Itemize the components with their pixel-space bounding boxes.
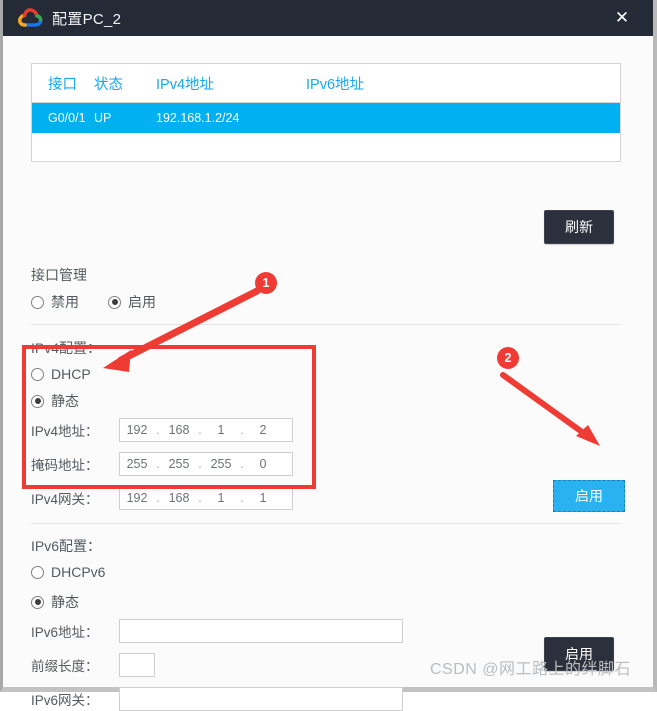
label-ipv6-gateway: IPv6网关： <box>31 693 99 708</box>
octet-separator: . <box>156 423 160 437</box>
watermark-text: CSDN @网工路上的绊脚石 <box>429 661 631 678</box>
octet-3[interactable]: 255 <box>204 457 238 471</box>
radio-circle-ipv6-static[interactable] <box>31 595 44 609</box>
octet-separator: . <box>198 423 202 437</box>
octet-separator: . <box>198 457 202 471</box>
interface-table: 接口 状态 IPv4地址 IPv6地址 G0/0/1 UP 192.168.1.… <box>31 63 621 162</box>
radio-label-ipv6-dhcpv6: DHCPv6 <box>51 564 106 580</box>
radio-label-ipv4-dhcp: DHCP <box>51 366 91 382</box>
octet-4[interactable]: 1 <box>246 491 280 505</box>
radio-circle-enable[interactable] <box>108 295 121 309</box>
cell-state: UP <box>94 111 112 125</box>
label-ipv6-address: IPv6地址： <box>31 625 99 640</box>
octet-separator: . <box>156 491 160 505</box>
cloud-logo-icon <box>18 8 43 27</box>
octet-2[interactable]: 168 <box>162 491 196 505</box>
octet-3[interactable]: 1 <box>204 423 238 437</box>
field-subnet-mask: 掩码地址： 255 . 255 . 255 . 0 <box>31 452 293 476</box>
radio-circle-ipv6-dhcpv6[interactable] <box>31 565 44 579</box>
radio-interface-enable[interactable]: 启用 <box>108 292 156 312</box>
octet-separator: . <box>156 457 160 471</box>
dialog-content: 接口 状态 IPv4地址 IPv6地址 G0/0/1 UP 192.168.1.… <box>3 36 653 711</box>
octet-2[interactable]: 168 <box>162 423 196 437</box>
input-prefix-length[interactable] <box>119 653 155 677</box>
octet-separator: . <box>240 457 244 471</box>
octet-1[interactable]: 255 <box>120 457 154 471</box>
radio-label-ipv4-static: 静态 <box>51 393 79 409</box>
input-ipv6-address[interactable] <box>119 619 403 643</box>
radio-label-ipv6-static: 静态 <box>51 594 79 610</box>
annotation-marker-2: 2 <box>497 347 519 369</box>
table-body: G0/0/1 UP 192.168.1.2/24 <box>32 103 620 161</box>
refresh-button[interactable]: 刷新 <box>544 210 614 244</box>
octet-separator: . <box>240 423 244 437</box>
config-dialog-window: 配置PC_2 ✕ 接口 状态 IPv4地址 IPv6地址 G0/0/1 UP 1… <box>0 0 657 711</box>
radio-circle-disable[interactable] <box>31 295 44 309</box>
title-bar: 配置PC_2 ✕ <box>3 0 653 36</box>
radio-ipv6-dhcpv6[interactable]: DHCPv6 <box>31 564 105 580</box>
input-ipv4-gateway[interactable]: 192 . 168 . 1 . 1 <box>119 486 293 510</box>
table-row[interactable]: G0/0/1 UP 192.168.1.2/24 <box>32 103 620 133</box>
radio-circle-ipv4-static[interactable] <box>31 394 44 408</box>
input-ipv4-address[interactable]: 192 . 168 . 1 . 2 <box>119 418 293 442</box>
radio-label-enable: 启用 <box>128 294 156 310</box>
octet-4[interactable]: 0 <box>246 457 280 471</box>
column-header-ipv6: IPv6地址 <box>306 76 365 93</box>
octet-3[interactable]: 1 <box>204 491 238 505</box>
radio-ipv4-dhcp[interactable]: DHCP <box>31 366 91 382</box>
field-prefix-length: 前缀长度： <box>31 653 155 677</box>
input-subnet-mask[interactable]: 255 . 255 . 255 . 0 <box>119 452 293 476</box>
radio-circle-ipv4-dhcp[interactable] <box>31 367 44 381</box>
input-ipv6-gateway[interactable] <box>119 687 403 711</box>
apply-ipv4-button[interactable]: 启用 <box>553 480 625 512</box>
radio-label-disable: 禁用 <box>51 294 79 310</box>
table-header-row: 接口 状态 IPv4地址 IPv6地址 <box>32 64 620 103</box>
label-prefix-length: 前缀长度： <box>31 659 99 674</box>
column-header-state: 状态 <box>94 76 123 93</box>
window-title: 配置PC_2 <box>52 10 122 28</box>
ipv6-section-title: IPv6配置： <box>31 538 102 554</box>
octet-separator: . <box>240 491 244 505</box>
field-ipv6-address: IPv6地址： <box>31 619 403 643</box>
ipv4-section-title: IPv4配置： <box>31 340 102 356</box>
label-subnet-mask: 掩码地址： <box>31 458 99 473</box>
label-ipv4-address: IPv4地址： <box>31 424 99 439</box>
field-ipv6-gateway: IPv6网关： <box>31 687 403 711</box>
interface-mgmt-title: 接口管理 <box>31 267 87 283</box>
divider-ipv4 <box>31 324 621 325</box>
label-ipv4-gateway: IPv4网关： <box>31 492 99 507</box>
cell-ipv4: 192.168.1.2/24 <box>156 111 240 125</box>
octet-2[interactable]: 255 <box>162 457 196 471</box>
radio-ipv4-static[interactable]: 静态 <box>31 391 79 411</box>
radio-interface-disable[interactable]: 禁用 <box>31 292 79 312</box>
octet-4[interactable]: 2 <box>246 423 280 437</box>
octet-separator: . <box>198 491 202 505</box>
cell-interface: G0/0/1 <box>48 111 86 125</box>
octet-1[interactable]: 192 <box>120 491 154 505</box>
column-header-interface: 接口 <box>48 76 77 93</box>
divider-ipv6 <box>31 523 621 524</box>
radio-ipv6-static[interactable]: 静态 <box>31 592 79 612</box>
field-ipv4-address: IPv4地址： 192 . 168 . 1 . 2 <box>31 418 293 442</box>
close-icon[interactable]: ✕ <box>603 0 641 36</box>
field-ipv4-gateway: IPv4网关： 192 . 168 . 1 . 1 <box>31 486 293 510</box>
annotation-marker-1: 1 <box>255 272 277 294</box>
octet-1[interactable]: 192 <box>120 423 154 437</box>
table-empty-row <box>32 133 620 161</box>
column-header-ipv4: IPv4地址 <box>156 76 215 93</box>
